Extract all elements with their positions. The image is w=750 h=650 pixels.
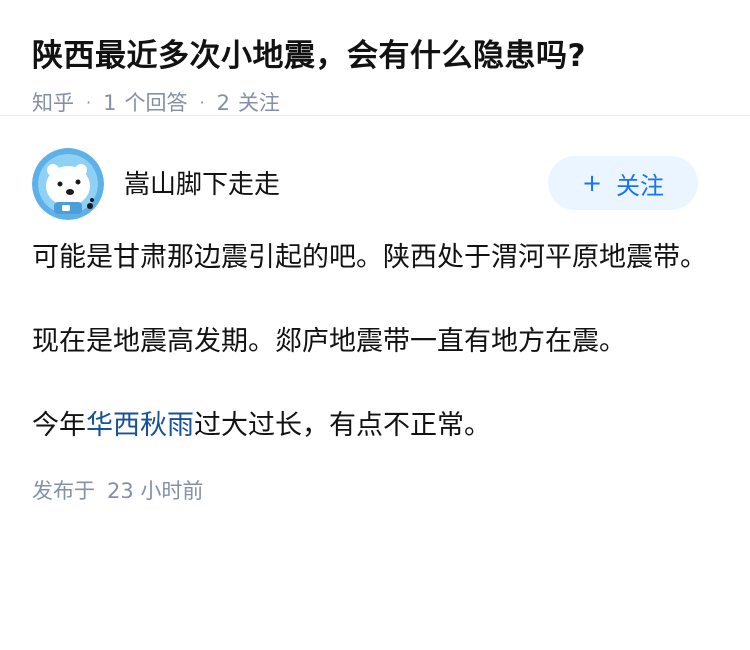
published-time-value: 23 小时前 bbox=[107, 479, 204, 503]
answer-paragraph: 可能是甘肃那边震引起的吧。陕西处于渭河平原地震带。 bbox=[32, 242, 707, 273]
answers-label: 个回答 bbox=[124, 91, 188, 115]
avatar[interactable] bbox=[32, 148, 104, 220]
question-title[interactable]: 陕西最近多次小地震，会有什么隐患吗? bbox=[32, 34, 718, 78]
separator-dot: · bbox=[199, 93, 205, 112]
author-name[interactable]: 嵩山脚下走走 bbox=[124, 164, 280, 201]
question-header: 陕西最近多次小地震，会有什么隐患吗? 知乎 · 1 个回答 · 2 关注 bbox=[0, 0, 750, 116]
answer-content: 可能是甘肃那边震引起的吧。陕西处于渭河平原地震带。 现在是地震高发期。郯庐地震带… bbox=[32, 236, 718, 448]
plus-icon: + bbox=[581, 169, 603, 197]
published-time: 发布于 23 小时前 bbox=[32, 476, 718, 506]
answers-count: 1 bbox=[103, 91, 117, 115]
follows-count-link[interactable]: 2 关注 bbox=[217, 88, 280, 118]
follows-count: 2 bbox=[216, 91, 230, 115]
source-label[interactable]: 知乎 bbox=[32, 88, 74, 118]
follow-button[interactable]: + 关注 bbox=[548, 156, 698, 210]
answer-paragraph: 现在是地震高发期。郯庐地震带一直有地方在震。 bbox=[32, 326, 626, 357]
paragraph-text: 今年 bbox=[32, 410, 86, 441]
answers-count-link[interactable]: 1 个回答 bbox=[103, 88, 187, 118]
topic-link-huaxi-qiuyu[interactable]: 华西秋雨 bbox=[86, 410, 194, 441]
author-row: 嵩山脚下走走 + 关注 bbox=[32, 148, 718, 220]
separator-dot: · bbox=[86, 93, 92, 112]
follows-label: 关注 bbox=[237, 91, 280, 115]
published-label: 发布于 bbox=[32, 479, 95, 503]
paragraph-text: 过大过长，有点不正常。 bbox=[194, 410, 491, 441]
follow-button-label: 关注 bbox=[616, 171, 665, 200]
answer-card: 嵩山脚下走走 + 关注 可能是甘肃那边震引起的吧。陕西处于渭河平原地震带。 现在… bbox=[0, 116, 750, 506]
polar-bear-avatar-icon bbox=[32, 148, 104, 220]
question-meta: 知乎 · 1 个回答 · 2 关注 bbox=[32, 88, 718, 118]
answer-paragraph: 今年华西秋雨过大过长，有点不正常。 bbox=[32, 404, 718, 448]
